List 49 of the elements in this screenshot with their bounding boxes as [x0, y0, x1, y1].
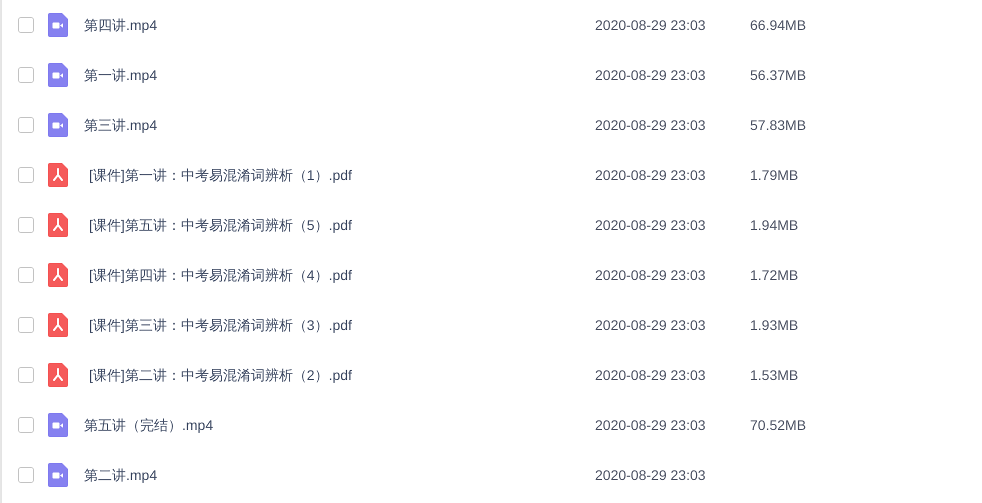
file-size: 56.37MB [750, 66, 806, 84]
checkbox[interactable] [18, 217, 34, 233]
file-name[interactable]: 第五讲（完结）.mp4 [84, 414, 214, 436]
video-file-icon [48, 463, 68, 487]
modified-date: 2020-08-29 23:03 [595, 416, 707, 434]
file-name[interactable]: [课件]第四讲：中考易混淆词辨析（4）.pdf [89, 264, 352, 286]
video-file-icon [48, 63, 68, 87]
video-file-icon [48, 13, 68, 37]
file-size: 1.93MB [750, 316, 798, 334]
checkbox[interactable] [18, 367, 34, 383]
file-name[interactable]: 第三讲.mp4 [84, 114, 158, 136]
pdf-file-icon [48, 163, 68, 187]
checkbox[interactable] [18, 317, 34, 333]
modified-date: 2020-08-29 23:03 [595, 316, 707, 334]
modified-date: 2020-08-29 23:03 [595, 216, 707, 234]
file-name[interactable]: [课件]第五讲：中考易混淆词辨析（5）.pdf [89, 214, 352, 236]
modified-date: 2020-08-29 23:03 [595, 366, 707, 384]
modified-date: 2020-08-29 23:03 [595, 116, 707, 134]
file-name[interactable]: [课件]第三讲：中考易混淆词辨析（3）.pdf [89, 314, 352, 336]
file-size: 1.72MB [750, 266, 798, 284]
modified-date: 2020-08-29 23:03 [595, 16, 707, 34]
file-name[interactable]: 第二讲.mp4 [84, 464, 158, 486]
modified-date: 2020-08-29 23:03 [595, 166, 707, 184]
file-name[interactable]: 第四讲.mp4 [84, 14, 158, 36]
file-size: 70.52MB [750, 416, 806, 434]
modified-date: 2020-08-29 23:03 [595, 66, 707, 84]
modified-date: 2020-08-29 23:03 [595, 266, 707, 284]
file-size: 57.83MB [750, 116, 806, 134]
pdf-file-icon [48, 313, 68, 337]
checkbox[interactable] [18, 167, 34, 183]
file-size: 1.79MB [750, 166, 798, 184]
checkbox[interactable] [18, 67, 34, 83]
checkbox[interactable] [18, 267, 34, 283]
checkbox[interactable] [18, 117, 34, 133]
modified-date: 2020-08-29 23:03 [595, 466, 707, 484]
file-name[interactable]: [课件]第二讲：中考易混淆词辨析（2）.pdf [89, 364, 352, 386]
file-size: 66.94MB [750, 16, 806, 34]
checkbox[interactable] [18, 17, 34, 33]
pdf-file-icon [48, 363, 68, 387]
pdf-file-icon [48, 213, 68, 237]
video-file-icon [48, 413, 68, 437]
file-name[interactable]: [课件]第一讲：中考易混淆词辨析（1）.pdf [89, 164, 352, 186]
file-size: 1.53MB [750, 366, 798, 384]
checkbox[interactable] [18, 417, 34, 433]
pdf-file-icon [48, 263, 68, 287]
video-file-icon [48, 113, 68, 137]
file-name[interactable]: 第一讲.mp4 [84, 64, 158, 86]
checkbox[interactable] [18, 467, 34, 483]
file-size: 1.94MB [750, 216, 798, 234]
